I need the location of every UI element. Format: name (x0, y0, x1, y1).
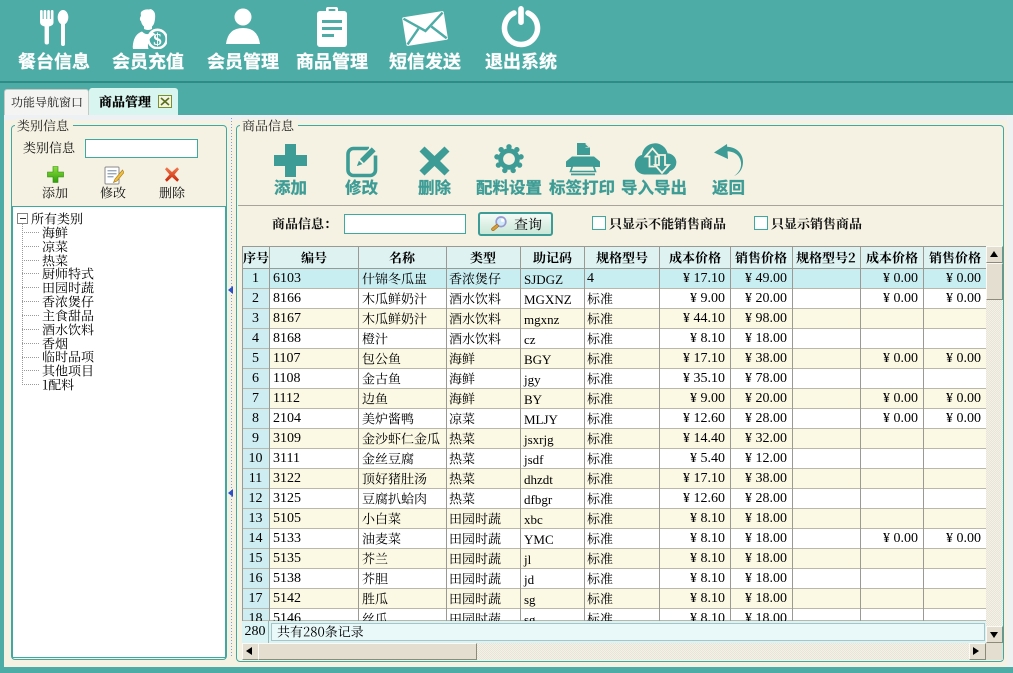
svg-text:$: $ (153, 30, 162, 49)
